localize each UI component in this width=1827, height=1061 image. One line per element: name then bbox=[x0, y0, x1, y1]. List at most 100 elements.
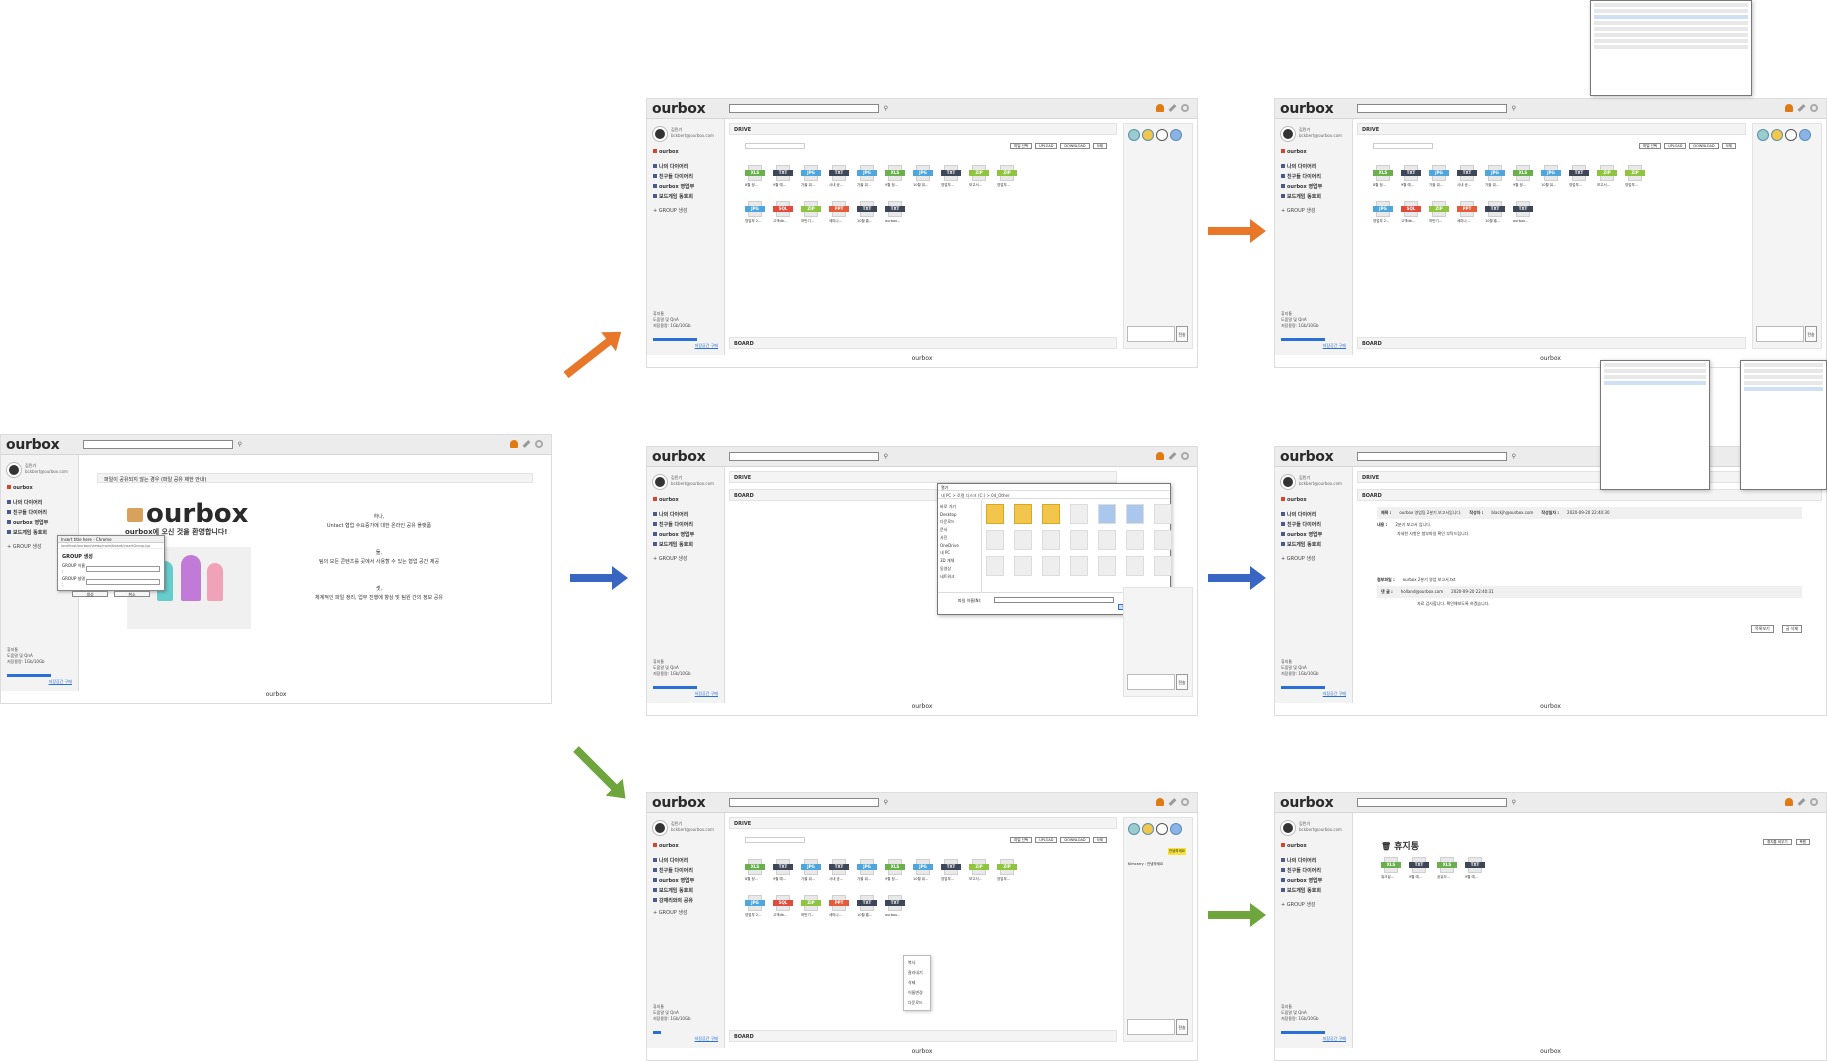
file-item[interactable]: ZIP 영업부... bbox=[997, 165, 1017, 187]
sidebar-item[interactable]: ourbox 영업부 bbox=[653, 183, 694, 190]
file-icon[interactable] bbox=[1154, 504, 1172, 524]
sidebar-item[interactable]: 나의 다이어리 bbox=[653, 857, 694, 864]
chat-send-button[interactable]: 전송 bbox=[1176, 1019, 1188, 1035]
tree-item[interactable]: OneDrive bbox=[940, 543, 979, 548]
filename-input[interactable] bbox=[994, 597, 1114, 603]
chat-send-button[interactable]: 전송 bbox=[1176, 326, 1188, 342]
search-icon[interactable]: ⚲ bbox=[1512, 105, 1516, 112]
sidebar-item[interactable]: 보드게임 동호회 bbox=[7, 529, 48, 536]
storage-buy-link[interactable]: 저장공간 구매 bbox=[1323, 343, 1346, 349]
file-item[interactable]: TXT 10월 홍... bbox=[1485, 201, 1505, 223]
file-item[interactable]: PPT 세미나... bbox=[1457, 201, 1477, 223]
file-item[interactable]: XLS 9월 정... bbox=[1513, 165, 1533, 187]
sidebar-item[interactable]: 친구들 다이어리 bbox=[653, 867, 694, 874]
file-item[interactable]: XLS 8월 정... bbox=[1373, 165, 1393, 187]
sidebar-item[interactable]: 나의 다이어리 bbox=[1281, 163, 1322, 170]
member-avatar[interactable] bbox=[1128, 823, 1140, 835]
file-item[interactable]: TXT ourbox... bbox=[885, 201, 905, 223]
sidebar-item[interactable]: 나의 다이어리 bbox=[653, 511, 694, 518]
gear-icon[interactable] bbox=[1181, 798, 1189, 806]
sidebar-item[interactable]: 나의 다이어리 bbox=[1281, 857, 1322, 864]
sidebar-item[interactable]: 친구들 다이어리 bbox=[7, 509, 48, 516]
delete-button[interactable]: 삭제 bbox=[1092, 143, 1107, 149]
sidebar-item[interactable]: ourbox 영업부 bbox=[1281, 183, 1322, 190]
sidebar-item[interactable]: 친구들 다이어리 bbox=[653, 521, 694, 528]
file-item[interactable]: ZIP 보고서... bbox=[969, 859, 989, 881]
image-file-icon[interactable] bbox=[1098, 504, 1116, 524]
search-input[interactable]: ⚲ bbox=[1357, 452, 1516, 461]
logo[interactable]: ourbox bbox=[1280, 795, 1334, 811]
file-icon[interactable] bbox=[1154, 530, 1172, 550]
gear-icon[interactable] bbox=[1810, 798, 1818, 806]
sidebar-home[interactable]: ourbox bbox=[7, 485, 33, 491]
file-icon[interactable] bbox=[1014, 530, 1032, 550]
member-avatar[interactable] bbox=[1156, 823, 1168, 835]
file-item[interactable]: TXT 10월 홍... bbox=[857, 201, 877, 223]
sidebar-item[interactable]: 보드게임 동호회 bbox=[1281, 193, 1322, 200]
group-create-link[interactable]: + GROUP 생성 bbox=[653, 207, 688, 214]
logo[interactable]: ourbox bbox=[652, 795, 706, 811]
download-button[interactable]: DOWNLOAD bbox=[1060, 837, 1090, 843]
group-create-link[interactable]: + GROUP 생성 bbox=[653, 555, 688, 562]
file-item[interactable]: JPG 10월 워... bbox=[913, 165, 933, 187]
chat-send-button[interactable]: 전송 bbox=[1176, 674, 1188, 690]
file-item[interactable]: TXT 9월 예... bbox=[773, 165, 793, 187]
file-item[interactable]: ZIP 하반기... bbox=[801, 895, 821, 917]
group-name-input[interactable] bbox=[86, 565, 160, 572]
sidebar-home[interactable]: ourbox bbox=[653, 497, 679, 503]
tree-item[interactable]: 동영상 bbox=[940, 566, 979, 572]
file-icon[interactable] bbox=[1070, 504, 1088, 524]
member-avatar[interactable] bbox=[1799, 129, 1811, 141]
group-create-link[interactable]: + GROUP 생성 bbox=[1281, 901, 1316, 908]
file-item[interactable]: TXT 9월 예... bbox=[773, 859, 793, 881]
sidebar-item[interactable]: ourbox 영업부 bbox=[7, 519, 48, 526]
file-item[interactable]: TXT 9월 예... bbox=[1465, 857, 1485, 879]
delete-button[interactable]: 삭제 bbox=[1092, 837, 1107, 843]
tree-item[interactable]: 문서 bbox=[940, 527, 979, 533]
logo[interactable]: ourbox bbox=[652, 449, 706, 465]
logo[interactable]: ourbox bbox=[652, 101, 706, 117]
list-button[interactable]: 목록보기 bbox=[1750, 625, 1774, 633]
sidebar-item[interactable]: 보드게임 동호회 bbox=[653, 541, 694, 548]
file-item[interactable]: JPG 10월 워... bbox=[913, 859, 933, 881]
file-item[interactable]: JPG 10월 워... bbox=[1541, 165, 1561, 187]
restore-button[interactable]: 복원 bbox=[1795, 839, 1810, 845]
gear-icon[interactable] bbox=[1810, 104, 1818, 112]
group-create-link[interactable]: + GROUP 생성 bbox=[1281, 555, 1316, 562]
member-avatar[interactable] bbox=[1785, 129, 1797, 141]
file-item[interactable]: XLS 워크샵... bbox=[1381, 857, 1401, 879]
file-item[interactable]: JPG 가을 워... bbox=[857, 165, 877, 187]
file-item[interactable]: TXT ourbox... bbox=[885, 895, 905, 917]
bell-icon[interactable] bbox=[1785, 104, 1793, 112]
sidebar-item[interactable]: ourbox 영업부 bbox=[1281, 531, 1322, 538]
chat-send-button[interactable]: 전송 bbox=[1805, 326, 1817, 342]
file-icon[interactable] bbox=[1014, 556, 1032, 576]
folder-icon[interactable] bbox=[986, 504, 1004, 524]
file-item[interactable]: ZIP 보고서... bbox=[1597, 165, 1617, 187]
file-item[interactable]: JPG 가을 워... bbox=[801, 859, 821, 881]
sidebar-item[interactable]: 강재리와의 공유 bbox=[653, 897, 694, 904]
file-select-button[interactable]: 파일 선택 bbox=[1639, 143, 1662, 149]
tree-item[interactable]: 바로 가기 bbox=[940, 504, 979, 510]
bell-icon[interactable] bbox=[1156, 798, 1164, 806]
file-item[interactable]: PPT 세미나... bbox=[829, 201, 849, 223]
file-select-button[interactable]: 파일 선택 bbox=[1010, 143, 1033, 149]
storage-buy-link[interactable]: 저장공간 구매 bbox=[1323, 1036, 1346, 1042]
file-icon[interactable] bbox=[986, 530, 1004, 550]
gear-icon[interactable] bbox=[535, 440, 543, 448]
file-item[interactable]: JPG 가을 워... bbox=[857, 859, 877, 881]
download-button[interactable]: DOWNLOAD bbox=[1689, 143, 1719, 149]
pen-icon[interactable] bbox=[1168, 104, 1177, 112]
member-avatar[interactable] bbox=[1771, 129, 1783, 141]
search-input[interactable]: ⚲ bbox=[729, 798, 888, 807]
tree-item[interactable]: 사진 bbox=[940, 535, 979, 541]
file-item[interactable]: JPG 영업부 2... bbox=[745, 895, 765, 917]
logo[interactable]: ourbox bbox=[1280, 449, 1334, 465]
sidebar-item[interactable]: 친구들 다이어리 bbox=[1281, 173, 1322, 180]
file-icon[interactable] bbox=[1126, 556, 1144, 576]
context-menu-item[interactable]: 삭제 bbox=[904, 978, 930, 988]
sidebar-home[interactable]: ourbox bbox=[1281, 149, 1307, 155]
storage-buy-link[interactable]: 저장공간 구매 bbox=[695, 343, 718, 349]
sidebar-item[interactable]: 친구들 다이어리 bbox=[1281, 867, 1322, 874]
search-input[interactable]: ⚲ bbox=[1357, 798, 1516, 807]
